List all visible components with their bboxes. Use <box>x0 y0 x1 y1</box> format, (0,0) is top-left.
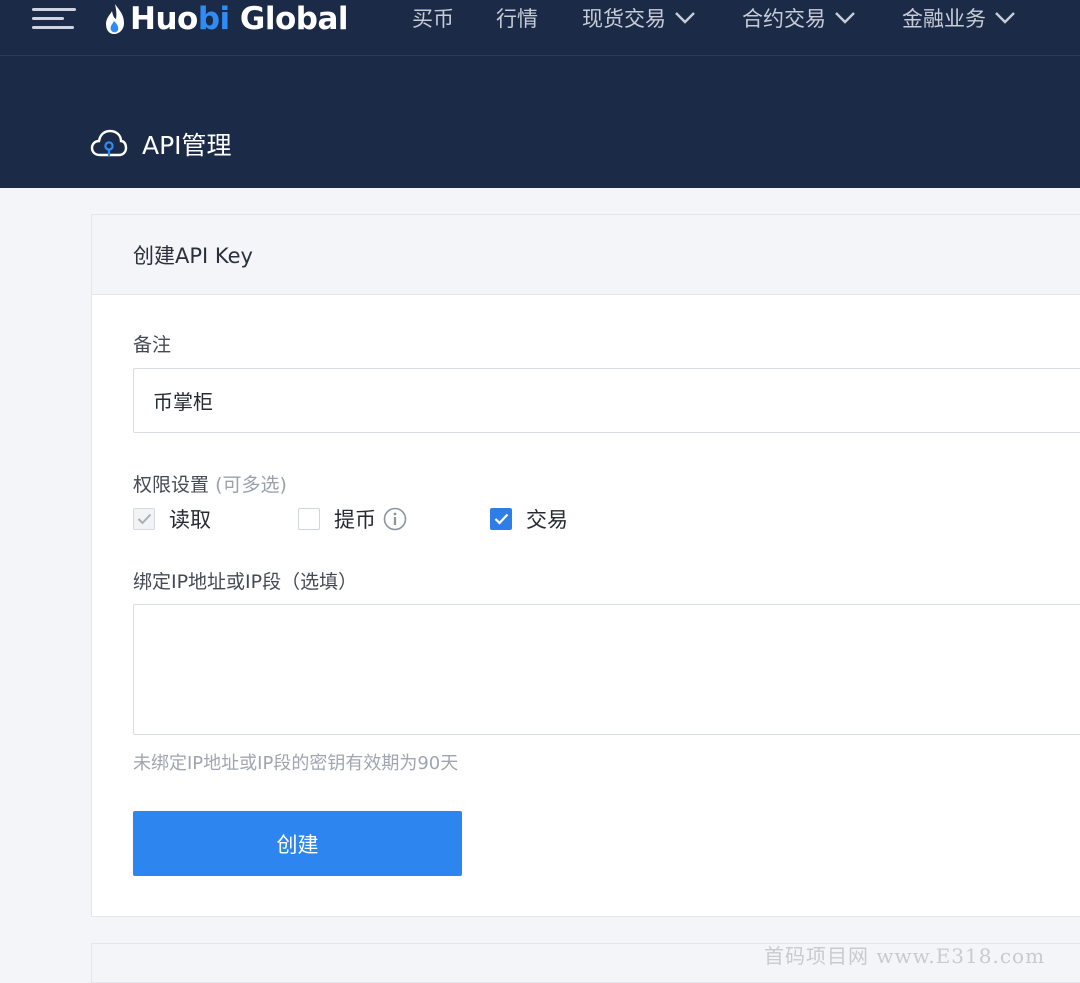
permissions-label: 权限设置 (可多选) <box>133 470 287 497</box>
nav-contract-trading[interactable]: 合约交易 <box>742 3 856 33</box>
nav-finance[interactable]: 金融业务 <box>902 3 1016 33</box>
read-label: 读取 <box>169 508 211 532</box>
page-header: API管理 <box>0 56 1080 188</box>
note-input-value: 币掌柜 <box>153 390 213 414</box>
page-title-group: API管理 <box>90 126 232 162</box>
trade-label: 交易 <box>526 508 568 532</box>
watermark-text: 首码项目网 www.E318.com <box>764 944 1046 968</box>
logo-text: Huobi Global <box>130 1 349 37</box>
info-icon[interactable] <box>383 507 407 531</box>
permission-withdraw[interactable]: 提币 <box>298 504 490 534</box>
withdraw-label: 提币 <box>334 508 376 532</box>
note-input[interactable]: 币掌柜 <box>133 368 1080 433</box>
ip-label: 绑定IP地址或IP段（选填） <box>133 571 358 593</box>
nav-spot-trading[interactable]: 现货交易 <box>582 3 696 33</box>
menu-icon[interactable] <box>30 4 76 32</box>
card-header: 创建API Key <box>92 215 1080 295</box>
read-checkbox[interactable] <box>133 508 155 530</box>
nav-label: 合约交易 <box>742 7 826 31</box>
huobi-logo[interactable]: Huobi Global <box>104 0 349 38</box>
card-title: 创建API Key <box>133 243 253 268</box>
nav-buy-coin[interactable]: 买币 <box>412 3 454 33</box>
nav-markets[interactable]: 行情 <box>496 3 538 33</box>
permission-trade[interactable]: 交易 <box>490 504 568 534</box>
permissions-label-text: 权限设置 <box>133 474 210 496</box>
ip-textarea[interactable] <box>133 604 1080 735</box>
chevron-down-icon <box>835 12 855 24</box>
permissions-group: 读取 提币 交易 <box>133 504 568 534</box>
flame-icon <box>106 4 124 34</box>
permission-read[interactable]: 读取 <box>133 504 298 534</box>
page-title: API管理 <box>142 131 232 160</box>
create-button[interactable]: 创建 <box>133 811 462 876</box>
chevron-down-icon <box>995 12 1015 24</box>
nav-label: 金融业务 <box>902 7 986 31</box>
nav-label: 行情 <box>496 7 538 31</box>
main-nav: 买币 行情 现货交易 合约交易 金融业务 <box>412 0 1056 36</box>
top-navbar: Huobi Global 买币 行情 现货交易 合约交易 金融业务 <box>0 0 1080 56</box>
ip-hint-text: 未绑定IP地址或IP段的密钥有效期为90天 <box>133 753 459 774</box>
chevron-down-icon <box>675 12 695 24</box>
cloud-key-icon <box>90 129 128 157</box>
nav-label: 买币 <box>412 7 454 31</box>
trade-checkbox[interactable] <box>490 508 512 530</box>
create-api-key-card: 创建API Key 备注 币掌柜 权限设置 (可多选) 读取 提币 交易 绑定I… <box>91 214 1080 917</box>
note-label: 备注 <box>133 334 172 356</box>
withdraw-checkbox[interactable] <box>298 508 320 530</box>
check-icon <box>137 513 152 525</box>
check-icon <box>494 513 509 525</box>
permissions-label-hint: (可多选) <box>215 474 287 496</box>
nav-label: 现货交易 <box>582 7 666 31</box>
